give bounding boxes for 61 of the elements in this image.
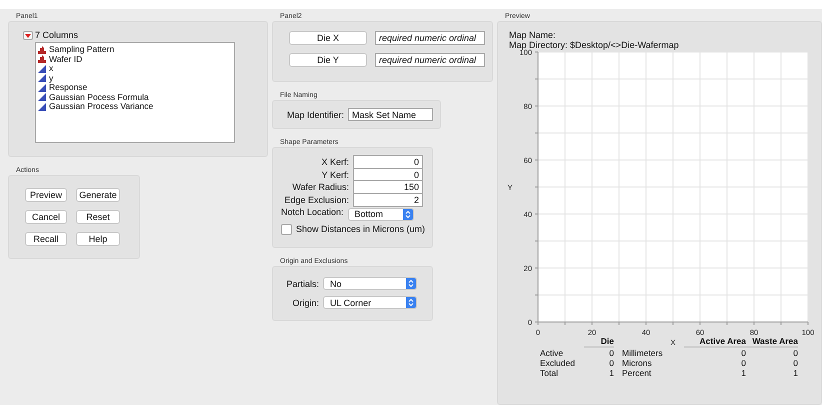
role-field[interactable]: required numeric ordinal <box>375 53 485 67</box>
field-label: Y Kerf: <box>320 170 349 180</box>
action-button[interactable]: Recall <box>25 232 67 246</box>
action-button[interactable]: Reset <box>76 210 120 224</box>
table-cell-text: Excluded <box>540 358 576 368</box>
table-cell-text: 0 <box>740 348 746 358</box>
column-item[interactable]: Response <box>38 83 234 92</box>
column-item[interactable]: x <box>38 64 234 74</box>
field-label: Notch Location: <box>281 207 344 218</box>
stepper-arrows-icon <box>402 208 413 220</box>
table-cell-text: 0 <box>792 348 798 358</box>
table-cell-text: Active <box>540 348 564 358</box>
map-identifier-field[interactable]: Mask Set Name <box>348 108 434 121</box>
action-button[interactable]: Cancel <box>25 210 67 224</box>
field-label: Partials: <box>285 278 319 288</box>
field-label: Wafer Radius: <box>291 182 349 192</box>
column-count: 7 Columns <box>35 30 78 40</box>
map-name-label: Map Name: <box>508 30 557 40</box>
number-field[interactable]: 2 <box>353 192 423 207</box>
field-label: Origin: <box>291 298 319 308</box>
dropdown-select[interactable]: No <box>323 277 417 290</box>
role-button[interactable]: Die X <box>289 31 367 45</box>
stepper-arrows-icon <box>406 297 416 308</box>
table-cell-text: Millimeters <box>622 348 664 358</box>
table-cell-text: 1 <box>608 368 614 378</box>
disclosure-icon[interactable] <box>23 30 33 40</box>
table-cell-text: 1 <box>740 368 746 378</box>
column-header: Die <box>584 336 614 348</box>
column-item[interactable]: y <box>38 74 234 83</box>
field-label: X Kerf: <box>320 157 349 168</box>
table-cell-text: 0 <box>740 358 746 368</box>
column-item[interactable]: Gaussian Pocess Formula <box>38 92 234 102</box>
notch-select[interactable]: Bottom <box>348 208 414 221</box>
number-field[interactable]: 0 <box>353 155 423 170</box>
action-button[interactable]: Help <box>76 232 120 246</box>
table-cell-text: 1 <box>792 368 798 378</box>
column-header: Active Area <box>684 336 746 348</box>
stepper-arrows-icon <box>406 278 416 289</box>
column-item[interactable]: Sampling Pattern <box>38 45 234 54</box>
checkbox[interactable] <box>281 224 292 234</box>
table-cell-text: 0 <box>608 348 614 358</box>
table-cell-text: Percent <box>622 368 652 378</box>
column-item[interactable]: Gaussian Process Variance <box>38 102 234 112</box>
dropdown-select[interactable]: UL Corner <box>323 296 417 309</box>
table-cell-text: 0 <box>608 358 614 368</box>
table-cell-text: Microns <box>622 358 653 368</box>
map-directory-label: Map Directory: <box>509 40 568 50</box>
table-cell-text: Total <box>540 368 559 378</box>
field-label: Map Identifier: <box>287 110 344 120</box>
role-button[interactable]: Die Y <box>289 53 367 67</box>
number-field[interactable]: 150 <box>353 180 423 194</box>
map-directory-value: $Desktop/<>Die-Wafermap <box>570 40 679 50</box>
table-cell-text: 0 <box>792 358 798 368</box>
field-label: Edge Exclusion: <box>283 194 349 205</box>
column-list[interactable]: Sampling Pattern Wafer ID x y Response Gaussian Pocess Formula Gaussian Process Variance <box>35 42 235 143</box>
column-header: Waste Area <box>746 336 798 348</box>
column-item[interactable]: Wafer ID <box>38 54 234 64</box>
checkbox-label: Show Distances in Microns (um) <box>296 224 426 234</box>
action-button[interactable]: Generate <box>76 188 120 202</box>
action-button[interactable]: Preview <box>25 188 67 202</box>
role-field[interactable]: required numeric ordinal <box>375 31 485 45</box>
